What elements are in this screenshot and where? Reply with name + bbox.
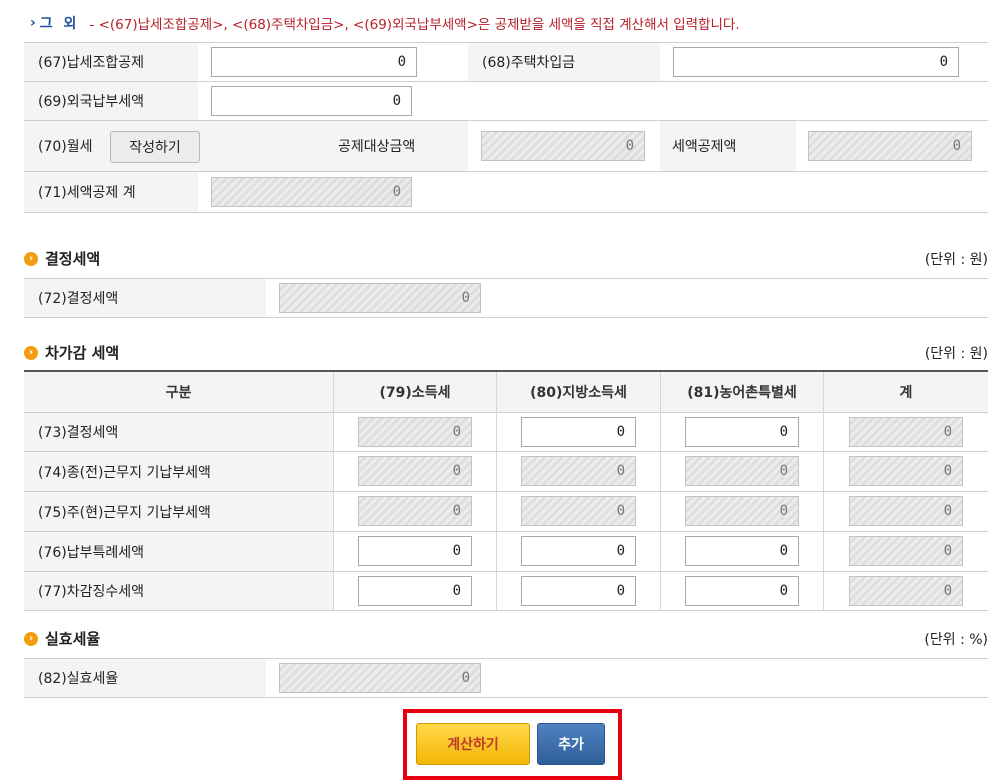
input-r68[interactable] (673, 47, 959, 77)
label-r70-tax: 세액공제액 (660, 121, 796, 171)
input-r69[interactable] (211, 86, 412, 116)
header-income-tax: (79)소득세 (334, 372, 496, 412)
notice-line: › 그 외 - <(67)납세조합공제>, <(68)주택차입금>, <(69)… (30, 12, 740, 34)
input-r82 (279, 663, 481, 693)
input-r76-rural[interactable] (685, 536, 799, 566)
unit-diff: (단위 : 원) (924, 346, 988, 362)
unit-effective: (단위 : %) (924, 632, 988, 648)
input-r73-rural[interactable] (685, 417, 799, 447)
input-r77-rural[interactable] (685, 576, 799, 606)
label-r72: (72)결정세액 (24, 279, 266, 317)
input-r75-rural (685, 496, 799, 526)
notice-text: - <(67)납세조합공제>, <(68)주택차입금>, <(69)외국납부세액… (89, 17, 740, 33)
section-determined-title-text: 결정세액 (45, 250, 101, 268)
input-r73-local[interactable] (521, 417, 636, 447)
label-r73: (73)결정세액 (24, 413, 333, 451)
input-r76-local[interactable] (521, 536, 636, 566)
input-r74-local (521, 456, 636, 486)
input-r76-total (849, 536, 963, 566)
header-rural-tax: (81)농어촌특별세 (661, 372, 823, 412)
input-r72 (279, 283, 481, 313)
calculate-button[interactable]: 계산하기 (416, 723, 530, 765)
notice-prefix: 그 외 (39, 16, 80, 32)
unit-determined: (단위 : 원) (924, 252, 988, 268)
label-r68: (68)주택차입금 (468, 43, 660, 81)
label-r71: (71)세액공제 계 (24, 172, 198, 212)
input-r77-income[interactable] (358, 576, 472, 606)
input-r74-income (358, 456, 472, 486)
input-r70-base (481, 131, 645, 161)
bullet-icon: › (24, 345, 38, 360)
input-r77-total (849, 576, 963, 606)
label-r74: (74)종(전)근무지 기납부세액 (24, 452, 333, 491)
input-r75-income (358, 496, 472, 526)
label-r77: (77)차감징수세액 (24, 572, 333, 610)
write-button[interactable]: 작성하기 (110, 131, 200, 163)
label-r82: (82)실효세율 (24, 659, 266, 697)
header-category: 구분 (24, 372, 333, 412)
section-effective-title-text: 실효세율 (45, 630, 101, 648)
input-r71 (211, 177, 412, 207)
label-r70-text: (70)월세 (38, 139, 93, 155)
input-r73-income (358, 417, 472, 447)
label-r76: (76)납부특례세액 (24, 532, 333, 571)
input-r73-total (849, 417, 963, 447)
input-r76-income[interactable] (358, 536, 472, 566)
input-r75-total (849, 496, 963, 526)
input-r74-total (849, 456, 963, 486)
add-button[interactable]: 추가 (537, 723, 605, 765)
bullet-icon: › (24, 251, 38, 266)
input-r67[interactable] (211, 47, 417, 77)
section-determined-title: › 결정세액 (24, 248, 100, 269)
input-r77-local[interactable] (521, 576, 636, 606)
label-r67: (67)납세조합공제 (24, 43, 198, 81)
input-r75-local (521, 496, 636, 526)
section-diff-title: › 차가감 세액 (24, 342, 119, 363)
bullet-icon: › (24, 631, 38, 646)
header-local-tax: (80)지방소득세 (497, 372, 660, 412)
label-r69: (69)외국납부세액 (24, 82, 198, 120)
chevron-right-icon: › (30, 15, 36, 31)
label-r70-base: 공제대상금액 (324, 121, 468, 171)
input-r74-rural (685, 456, 799, 486)
label-r75: (75)주(현)근무지 기납부세액 (24, 492, 333, 531)
section-effective-title: › 실효세율 (24, 628, 100, 649)
section-diff-title-text: 차가감 세액 (45, 344, 120, 362)
header-total: 계 (824, 372, 988, 412)
input-r70-tax (808, 131, 972, 161)
